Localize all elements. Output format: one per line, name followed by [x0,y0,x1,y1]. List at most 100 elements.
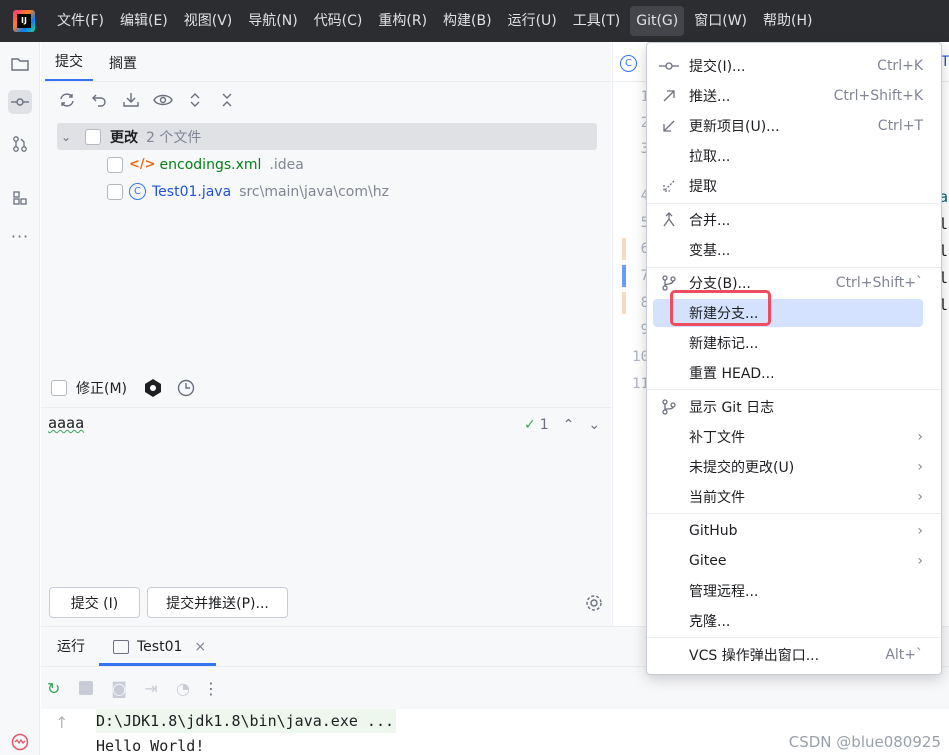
problems-icon[interactable] [8,730,32,754]
menu-separator [647,267,941,268]
change-marker [622,265,626,287]
profiler-gauge-icon[interactable]: ◔ [167,679,199,698]
menu-item-shortcut: Ctrl+Shift+` [835,275,923,291]
more-options-icon[interactable]: ⋮ [199,679,223,698]
menu-item-label: 拉取... [689,149,731,165]
refresh-icon[interactable] [51,86,83,114]
project-folder-icon[interactable] [8,52,32,76]
collapse-all-icon[interactable] [211,86,243,114]
editor-tab-label[interactable]: T [941,54,949,70]
menu-separator [647,513,941,514]
file-checkbox[interactable] [107,156,123,173]
git-dropdown-menu: 提交(I)... Ctrl+K 推送... Ctrl+Shift+K 更新项目(… [646,42,942,675]
menu-item-commit[interactable]: 提交(I)... Ctrl+K [653,52,923,80]
menu-item-rebase[interactable]: 变基... [653,236,923,264]
amend-row: 修正(M) [51,378,196,398]
rerun-icon[interactable]: ↻ [47,679,77,698]
menu-item-gitee[interactable]: Gitee › [653,547,923,575]
menu-item-manage-remotes[interactable]: 管理远程... [653,577,923,605]
commit-and-push-button[interactable]: 提交并推送(P)... [147,587,288,618]
menu-git[interactable]: Git(G) [630,6,685,36]
scroll-up-arrow-icon[interactable]: ↑ [55,713,68,732]
tab-commit[interactable]: 提交 [45,51,93,81]
close-icon[interactable]: × [194,639,206,655]
menu-item-clone[interactable]: 克隆... [653,607,923,635]
screenshot-camera-icon[interactable]: ◙ [103,679,135,698]
menu-item-merge[interactable]: 合并... [653,206,923,234]
stop-icon[interactable] [79,681,93,695]
file-checkbox[interactable] [107,183,123,200]
restore-layout-icon[interactable]: ⇥ [135,679,167,698]
file-name: Test01.java [152,183,232,200]
chevron-right-icon: › [917,553,923,569]
structure-icon[interactable] [8,186,32,210]
menu-tools[interactable]: 工具(T) [567,6,626,36]
chevron-right-icon: › [917,523,923,539]
menu-item-push[interactable]: 推送... Ctrl+Shift+K [653,82,923,110]
menu-refactor[interactable]: 重构(R) [372,6,433,36]
menu-item-new-tag[interactable]: 新建标记... [653,329,923,357]
menu-item-vcs-popup[interactable]: VCS 操作弹出窗口... Alt+` [653,641,923,669]
settings-gear-icon[interactable] [585,594,603,612]
push-arrow-icon [657,86,681,106]
left-tool-bar: ··· [0,42,40,755]
menu-item-label: 管理远程... [689,584,759,600]
expand-all-icon[interactable] [179,86,211,114]
amend-checkbox[interactable] [51,380,67,396]
amend-label[interactable]: 修正(M) [76,378,127,398]
menu-item-reset-head[interactable]: 重置 HEAD... [653,359,923,387]
tab-shelf[interactable]: 搁置 [99,53,147,81]
menu-help[interactable]: 帮助(H) [757,6,818,36]
commit-button[interactable]: 提交 (I) [49,587,140,618]
pull-requests-icon[interactable] [8,132,32,156]
chevron-down-icon[interactable]: ⌄ [588,417,600,433]
menu-item-label: GitHub [689,523,738,539]
menu-edit[interactable]: 编辑(E) [114,6,174,36]
chevron-down-icon[interactable]: ⌄ [61,130,75,144]
menu-item-pull[interactable]: 拉取... [653,142,923,170]
changes-group-row[interactable]: ⌄ 更改 2 个文件 [57,123,597,150]
commit-message-text[interactable]: aaaa [48,414,84,432]
commit-panel-tabs: 提交 搁置 [41,42,611,82]
menu-build[interactable]: 构建(B) [437,6,498,36]
update-arrow-icon [657,116,681,136]
file-row[interactable]: </> encodings.xml .idea [107,151,304,178]
menu-item-fetch[interactable]: 提取 [653,172,923,200]
changes-label: 更改 [110,129,138,146]
menu-code[interactable]: 代码(C) [308,6,369,36]
inspection-widget[interactable]: ✓ 1 ⌃ ⌄ [524,417,600,433]
more-tools-icon[interactable]: ··· [8,224,32,248]
run-config-icon [113,640,129,654]
menu-item-github[interactable]: GitHub › [653,517,923,545]
changes-count: 2 个文件 [146,129,202,146]
menu-view[interactable]: 视图(V) [178,6,239,36]
menu-window[interactable]: 窗口(W) [688,6,753,36]
menu-item-uncommitted-changes[interactable]: 未提交的更改(U) › [653,453,923,481]
ai-assistant-icon[interactable] [143,378,163,398]
menu-file[interactable]: 文件(F) [51,6,110,36]
menu-item-show-git-log[interactable]: 显示 Git 日志 [653,393,923,421]
preview-eye-icon[interactable] [147,86,179,114]
commit-panel: 提交 搁置 ⌄ 更改 2 个文件 </> encodings.xml .idea [41,42,611,626]
menu-item-update-project[interactable]: 更新项目(U)... Ctrl+T [653,112,923,140]
menu-run[interactable]: 运行(U) [502,6,563,36]
menu-item-label: 克隆... [689,614,731,630]
menu-item-current-file[interactable]: 当前文件 › [653,483,923,511]
rollback-icon[interactable] [83,86,115,114]
changes-checkbox[interactable] [85,128,101,145]
tab-run-config[interactable]: Test01 × [99,639,217,666]
menu-item-label: 当前文件 [689,490,745,506]
chevron-up-icon[interactable]: ⌃ [563,417,575,433]
history-clock-icon[interactable] [176,378,196,398]
file-row[interactable]: C Test01.java src\main\java\com\hz [107,178,389,205]
menu-separator [647,203,941,204]
chevron-right-icon: › [917,429,923,445]
menu-item-label: 新建标记... [689,336,759,352]
shelve-download-icon[interactable] [115,86,147,114]
menu-separator [647,389,941,390]
commit-tool-icon[interactable] [8,90,32,114]
merge-icon [657,210,681,230]
menu-navigate[interactable]: 导航(N) [242,6,303,36]
intellij-logo[interactable]: IJ [13,10,35,32]
menu-item-patch[interactable]: 补丁文件 › [653,423,923,451]
